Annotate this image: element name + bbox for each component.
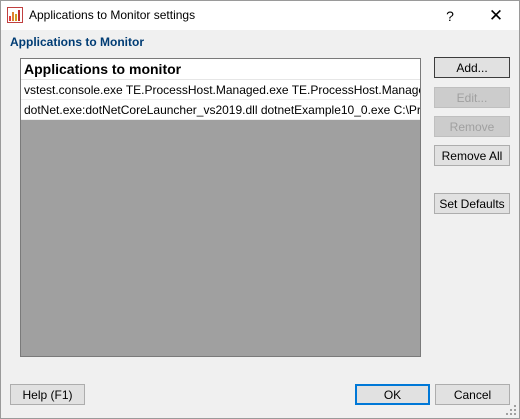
window-title: Applications to Monitor settings [29, 8, 196, 22]
list-item[interactable]: dotNet.exe:dotNetCoreLauncher_vs2019.dll… [21, 100, 420, 120]
help-icon[interactable]: ? [427, 1, 473, 30]
list-item[interactable]: vstest.console.exe TE.ProcessHost.Manage… [21, 80, 420, 100]
cancel-button[interactable]: Cancel [435, 384, 510, 405]
help-button[interactable]: Help (F1) [10, 384, 85, 405]
title-bar[interactable]: Applications to Monitor settings ? ✕ [1, 1, 519, 30]
dialog-window: Applications to Monitor settings ? ✕ App… [0, 0, 520, 419]
edit-button[interactable]: Edit... [434, 87, 510, 108]
section-label: Applications to Monitor [10, 35, 144, 49]
resize-grip-icon[interactable] [505, 404, 517, 416]
remove-all-button[interactable]: Remove All [434, 145, 510, 166]
add-button[interactable]: Add... [434, 57, 510, 78]
list-column-header[interactable]: Applications to monitor [21, 59, 420, 80]
close-icon[interactable]: ✕ [473, 1, 519, 30]
set-defaults-button[interactable]: Set Defaults [434, 193, 510, 214]
applications-listbox[interactable]: Applications to monitor vstest.console.e… [20, 58, 421, 357]
ok-button[interactable]: OK [355, 384, 430, 405]
remove-button[interactable]: Remove [434, 116, 510, 137]
bar-chart-icon [7, 7, 23, 23]
